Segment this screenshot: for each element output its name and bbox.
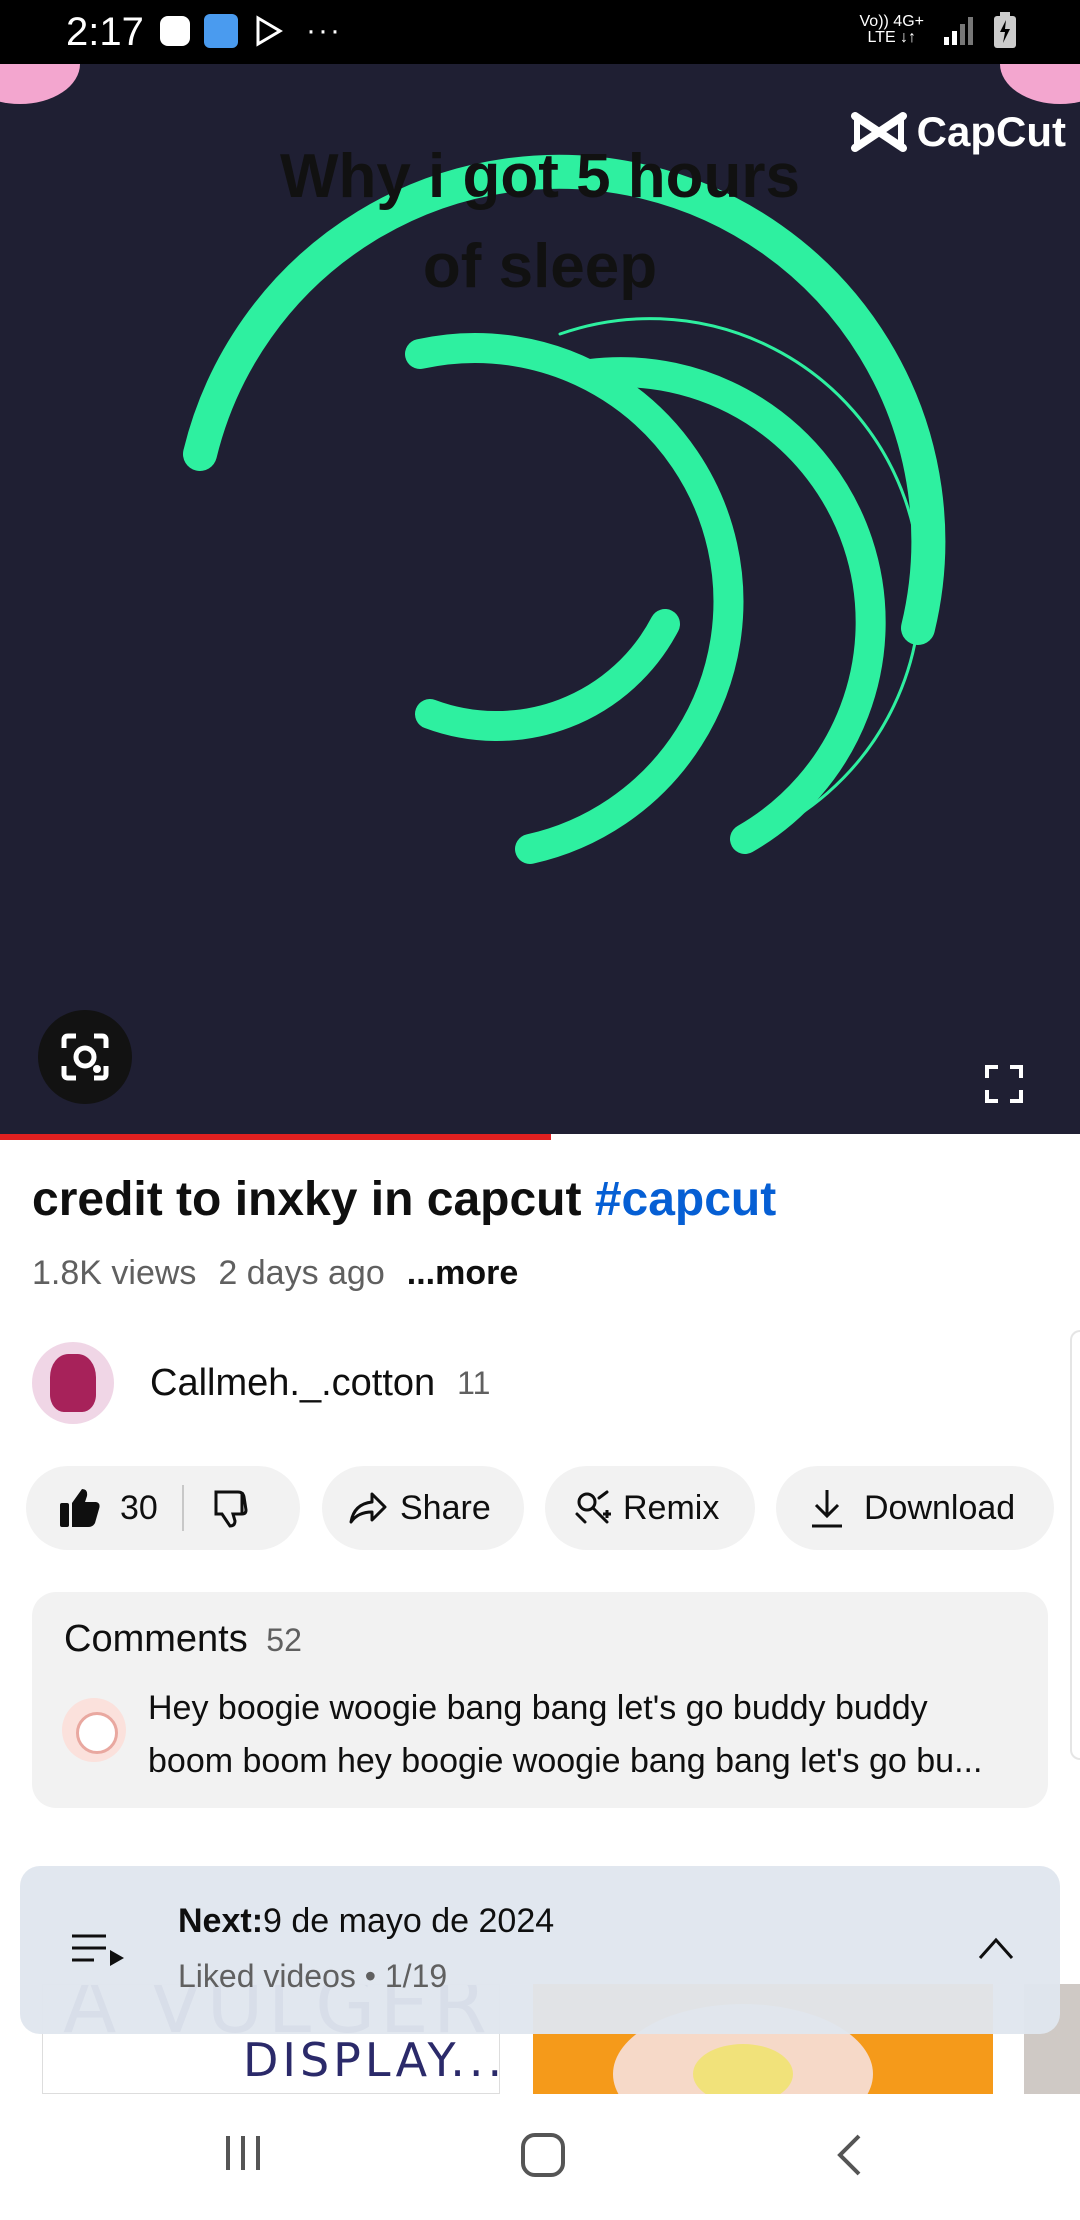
- capcut-watermark-text: CapCut: [916, 108, 1066, 155]
- more-notifications-icon: ···: [306, 14, 342, 47]
- like-separator: [181, 1485, 184, 1531]
- more-link[interactable]: ...more: [407, 1254, 518, 1293]
- system-nav-bar: [0, 2094, 1080, 2220]
- channel-avatar[interactable]: [32, 1342, 114, 1424]
- status-bar: 2:17 ··· Vo)) 4G+ LTE ↓↑: [0, 0, 1080, 64]
- share-label: Share: [400, 1488, 491, 1527]
- remix-button[interactable]: Remix: [545, 1466, 755, 1550]
- network-indicator: Vo)) 4G+ LTE ↓↑: [860, 14, 924, 46]
- download-button[interactable]: Download: [776, 1466, 1054, 1550]
- next-video-title: 9 de mayo de 2024: [263, 1902, 555, 1940]
- thumbnail-1-text-2: DISPLAY...: [243, 2033, 500, 2087]
- comments-card[interactable]: Comments 52 Hey boogie woogie bang bang …: [32, 1592, 1048, 1808]
- download-label: Download: [864, 1488, 1016, 1527]
- capcut-icon: [850, 112, 907, 152]
- network-top: Vo)) 4G+: [859, 13, 924, 30]
- channel-row[interactable]: Callmeh._.cotton 11: [32, 1342, 490, 1424]
- like-count[interactable]: 30: [120, 1489, 158, 1528]
- comments-header: Comments 52: [64, 1618, 302, 1661]
- network-bottom: LTE ↓↑: [867, 29, 917, 46]
- recent-apps-icon[interactable]: [222, 2132, 264, 2174]
- progress-fill: [0, 1134, 551, 1140]
- status-right: Vo)) 4G+ LTE ↓↑: [860, 12, 1016, 48]
- video-overlay-text: Why i got 5 hours of sleep: [0, 132, 1080, 312]
- back-icon[interactable]: [834, 2132, 864, 2178]
- remix-label: Remix: [623, 1488, 720, 1527]
- video-title-text: credit to inxky in capcut: [32, 1173, 582, 1226]
- capcut-watermark: CapCut: [850, 108, 1066, 156]
- next-video-line: Next:9 de mayo de 2024: [178, 1902, 554, 1941]
- next-label: Next:: [178, 1902, 264, 1940]
- hashtag-link[interactable]: #capcut: [595, 1173, 776, 1226]
- side-panel-edge[interactable]: [1070, 1330, 1080, 1760]
- play-store-icon: [256, 15, 283, 47]
- top-comment-text: Hey boogie woogie bang bang let's go bud…: [148, 1689, 983, 1780]
- chevron-up-icon[interactable]: [976, 1934, 1016, 1962]
- battery-icon: [994, 12, 1016, 48]
- fullscreen-icon[interactable]: [984, 1064, 1024, 1104]
- share-icon: [349, 1492, 387, 1524]
- view-count: 1.8K views: [32, 1254, 197, 1292]
- message-notification-icon: [204, 14, 238, 48]
- thumbs-down-icon[interactable]: [212, 1488, 254, 1528]
- clock: 2:17: [66, 10, 144, 54]
- playlist-queue-icon: [72, 1934, 124, 1966]
- video-title[interactable]: credit to inxky in capcut #capcut: [32, 1172, 776, 1227]
- channel-name[interactable]: Callmeh._.cotton: [150, 1362, 435, 1405]
- upload-age: 2 days ago: [218, 1254, 385, 1292]
- thumbs-up-icon[interactable]: [58, 1487, 102, 1529]
- notification-icons: ···: [160, 14, 342, 48]
- share-button[interactable]: Share: [322, 1466, 524, 1550]
- comments-label: Comments: [64, 1618, 248, 1660]
- overlay-line-2: of sleep: [422, 232, 658, 301]
- playlist-next-bar[interactable]: Next:9 de mayo de 2024 Liked videos • 1/…: [20, 1866, 1060, 2034]
- like-dislike-pill: 30: [26, 1466, 300, 1550]
- download-icon: [812, 1490, 842, 1528]
- remix-icon: [575, 1490, 611, 1524]
- playlist-subtitle: Liked videos • 1/19: [178, 1958, 448, 1994]
- video-player[interactable]: Why i got 5 hours of sleep CapCut: [0, 64, 1080, 1136]
- comments-count: 52: [266, 1622, 302, 1658]
- home-icon[interactable]: [520, 2132, 566, 2178]
- subscriber-count: 11: [457, 1364, 491, 1401]
- lens-camera-icon: [61, 1033, 109, 1081]
- lens-search-button[interactable]: [38, 1010, 132, 1104]
- app-notification-icon: [160, 16, 190, 46]
- commenter-avatar: [62, 1698, 126, 1762]
- signal-icon: [944, 17, 973, 45]
- video-meta[interactable]: 1.8K views 2 days ago ...more: [32, 1254, 518, 1293]
